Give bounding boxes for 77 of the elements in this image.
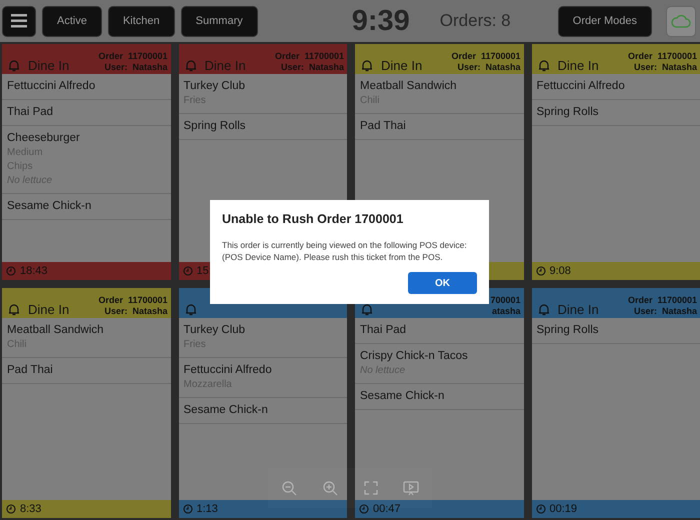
user-name: atasha bbox=[492, 306, 520, 317]
order-type: Dine In bbox=[28, 302, 70, 317]
elapsed-time: 1:13 bbox=[196, 503, 218, 515]
bell-icon bbox=[538, 59, 550, 72]
order-type: Dine In bbox=[381, 58, 424, 73]
item-name: Sesame Chick-n bbox=[184, 403, 269, 418]
item-name: Meatball Sandwich bbox=[360, 79, 458, 94]
clock-icon bbox=[359, 504, 369, 514]
slideshow-icon[interactable] bbox=[403, 480, 420, 496]
item-name: Thai Pad bbox=[360, 323, 408, 338]
elapsed-time: 9:08 bbox=[550, 265, 571, 277]
clock-icon bbox=[6, 504, 16, 514]
item-name: Fettuccini Alfredo bbox=[536, 79, 626, 94]
item-name: Spring Rolls bbox=[184, 119, 246, 134]
menu-button[interactable] bbox=[2, 6, 36, 36]
clock-icon bbox=[536, 504, 546, 514]
ok-button[interactable]: OK bbox=[408, 272, 477, 294]
zoom-out-icon[interactable] bbox=[280, 480, 297, 496]
zoom-in-icon[interactable] bbox=[322, 480, 338, 496]
user-name: User: Natasha bbox=[634, 62, 697, 73]
item-name: Turkey Club bbox=[184, 323, 246, 338]
item-name: Spring Rolls bbox=[536, 105, 600, 120]
bell-icon bbox=[8, 303, 20, 316]
item-name: Sesame Chick-n bbox=[360, 389, 446, 404]
item-name: Pad Thai bbox=[7, 363, 54, 378]
item-name: Turkey Club bbox=[184, 79, 246, 94]
item-name: Pad Thai bbox=[360, 119, 407, 134]
order-number: 700001 bbox=[490, 295, 520, 306]
order-type: Dine In bbox=[558, 58, 600, 73]
nav-button[interactable]: Active bbox=[42, 6, 102, 36]
clock-icon bbox=[182, 504, 192, 514]
fullscreen-icon[interactable] bbox=[364, 481, 378, 495]
elapsed-time: 18:43 bbox=[20, 265, 48, 277]
order-number: Order 11700001 bbox=[274, 51, 344, 62]
cloud-button[interactable] bbox=[666, 6, 696, 36]
order-type: Dine In bbox=[204, 58, 247, 73]
item-name: Cheeseburger bbox=[7, 131, 81, 146]
clock-icon bbox=[182, 266, 192, 276]
bell-icon bbox=[538, 303, 550, 316]
item-name: Spring Rolls bbox=[536, 323, 600, 338]
user-name: User: Natasha bbox=[104, 306, 168, 317]
user-name: User: Natasha bbox=[457, 62, 520, 73]
nav-button[interactable]: Summary bbox=[180, 6, 258, 36]
clock-icon bbox=[6, 266, 16, 276]
clock: 9:39 bbox=[352, 4, 410, 38]
bell-icon bbox=[184, 59, 196, 72]
cloud-icon bbox=[671, 14, 691, 28]
bell-icon bbox=[8, 59, 20, 72]
clock-icon bbox=[536, 266, 546, 276]
item-name: Sesame Chick-n bbox=[7, 199, 92, 214]
bell-icon bbox=[361, 59, 373, 72]
bell-icon bbox=[361, 303, 373, 316]
elapsed-time: 00:19 bbox=[550, 503, 578, 515]
item-name: Fettuccini Alfredo bbox=[184, 363, 273, 378]
item-name: Crispy Chick-n Tacos bbox=[360, 349, 469, 364]
user-name: User: Natasha bbox=[280, 62, 344, 73]
item-name: Meatball Sandwich bbox=[7, 323, 105, 338]
elapsed-time: 8:33 bbox=[20, 503, 42, 515]
order-modes-button[interactable]: Order Modes bbox=[558, 6, 652, 36]
order-number: Order 11700001 bbox=[628, 295, 697, 306]
nav-button[interactable]: Kitchen bbox=[108, 6, 175, 36]
bell-icon bbox=[184, 303, 196, 316]
order-number: Order 11700001 bbox=[98, 51, 168, 62]
elapsed-time: 00:47 bbox=[373, 503, 401, 515]
order-number: Order 11700001 bbox=[628, 51, 697, 62]
user-name: User: Natasha bbox=[104, 62, 168, 73]
menu-icon bbox=[11, 14, 27, 28]
item-name: Thai Pad bbox=[7, 105, 54, 120]
item-name: Fettuccini Alfredo bbox=[7, 79, 96, 94]
order-type: Dine In bbox=[28, 58, 70, 73]
order-number: Order 11700001 bbox=[98, 295, 168, 306]
order-ticket[interactable]: Dine In Order 11700001 User: Natasha Fettuccini Alfredo Spring Rolls 9:08 bbox=[532, 44, 700, 280]
order-count: Orders: 8 bbox=[440, 11, 512, 31]
order-type: Dine In bbox=[558, 302, 600, 317]
order-ticket[interactable]: Dine In Order 11700001 User: Natasha Spring Rolls 00:19 bbox=[532, 288, 700, 518]
user-name: User: Natasha bbox=[634, 306, 697, 317]
order-number: Order 11700001 bbox=[451, 51, 520, 62]
